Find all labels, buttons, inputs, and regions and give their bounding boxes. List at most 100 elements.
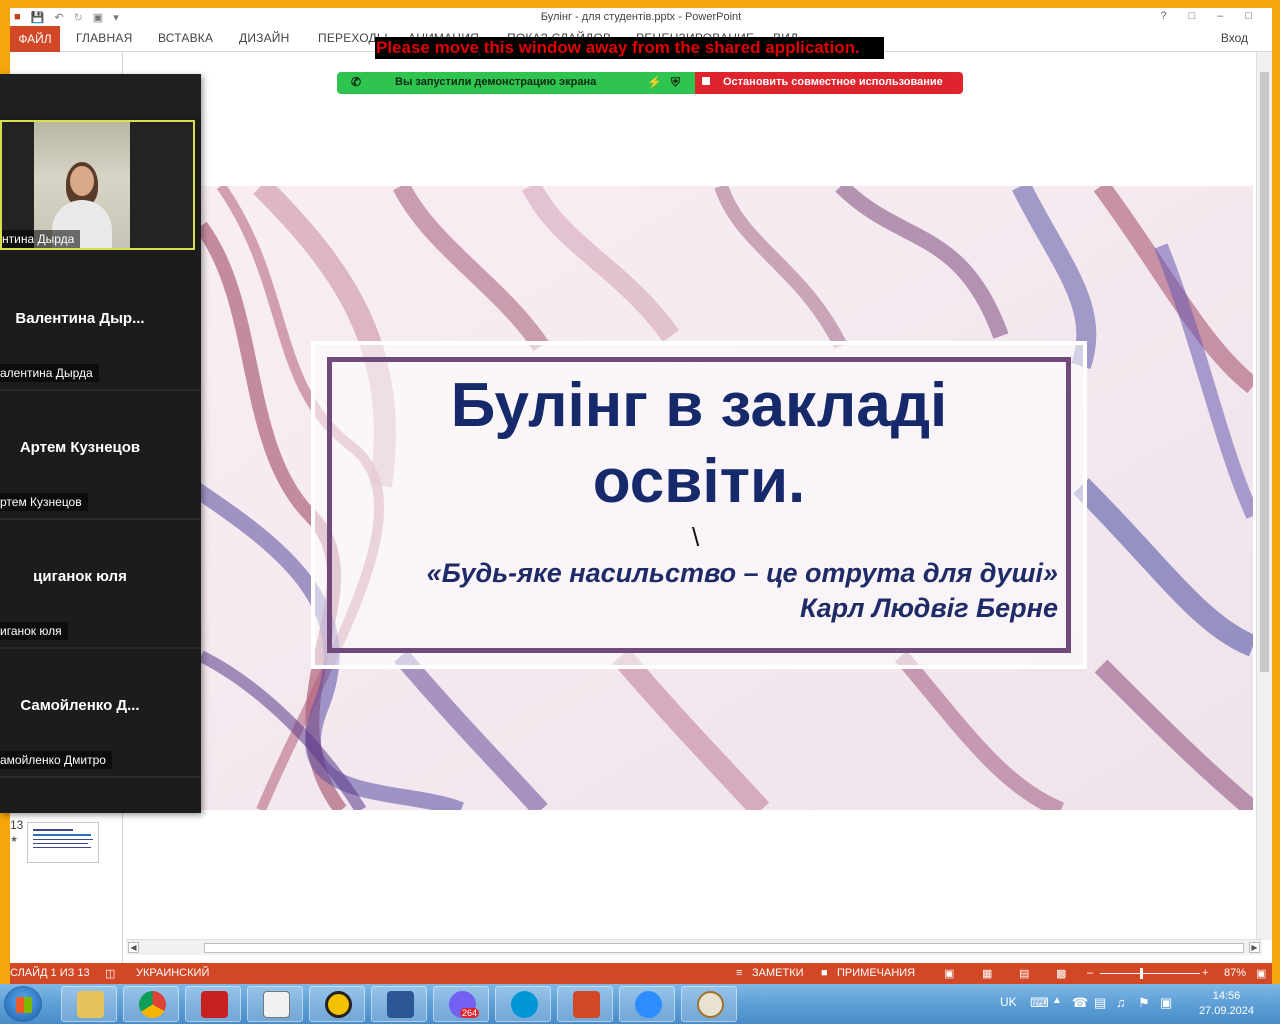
participant-name-chip: алентина Дырда: [0, 364, 99, 382]
maximize-icon[interactable]: □: [1245, 10, 1252, 22]
notes-button[interactable]: ЗАМЕТКИ: [752, 967, 804, 979]
windows-logo-icon: [16, 997, 32, 1013]
title-placeholder[interactable]: Булінг в закладі освіти. \ «Будь-яке нас…: [311, 341, 1087, 669]
tab-home[interactable]: ГЛАВНАЯ: [76, 31, 132, 45]
zoom-share-bar: ✆ Вы запустили демонстрацию экрана ⚡ ⛨ О…: [337, 72, 963, 94]
slide-title-line-2: освіти.: [592, 447, 806, 516]
zoom-slider-knob[interactable]: [1140, 968, 1143, 979]
spellcheck-icon[interactable]: ◫: [105, 967, 115, 980]
powerpoint-icon: [573, 991, 600, 1018]
zoom-in-icon[interactable]: +: [1202, 967, 1208, 979]
sign-in-link[interactable]: Вход: [1221, 31, 1248, 45]
participant-name-chip: иганок юля: [0, 622, 68, 640]
taskbar-word[interactable]: [371, 986, 427, 1022]
participant-display-name: Артем Кузнецов: [19, 439, 141, 456]
word-icon: [387, 991, 414, 1018]
zoom-slider[interactable]: [1100, 973, 1200, 974]
slide-canvas[interactable]: Булінг в закладі освіти. \ «Будь-яке нас…: [201, 186, 1253, 810]
slide-quote-author: Карл Людвіг Берне: [800, 593, 1058, 623]
zoom-out-icon[interactable]: –: [1087, 967, 1093, 979]
slide-thumbnail-13[interactable]: [27, 822, 99, 863]
help-icon[interactable]: ?: [1160, 10, 1166, 22]
slideshow-view-icon[interactable]: ▩: [1056, 967, 1066, 980]
clock-date: 27.09.2024: [1198, 1005, 1254, 1017]
taskbar-paint[interactable]: [681, 986, 737, 1022]
horizontal-scrollbar[interactable]: ◀ ▶: [126, 939, 1262, 955]
tab-file[interactable]: ФАЙЛ: [10, 26, 60, 52]
sharing-status-bar[interactable]: ✆ Вы запустили демонстрацию экрана ⚡ ⛨: [337, 72, 695, 94]
participant-display-name: Валентина Дыр...: [15, 310, 145, 327]
display-icon[interactable]: ▣: [1160, 995, 1172, 1011]
zoom-icon: [635, 991, 662, 1018]
show-hidden-icons-icon[interactable]: ▲: [1052, 995, 1062, 1006]
scroll-left-arrow-icon[interactable]: ◀: [128, 942, 139, 953]
horizontal-scroll-thumb[interactable]: [204, 943, 1244, 953]
stop-icon: [702, 77, 710, 85]
participant-tile[interactable]: циганок юля иганок юля: [0, 522, 201, 649]
input-language[interactable]: UK: [1000, 995, 1017, 1009]
zoom-level[interactable]: 87%: [1224, 967, 1246, 979]
reading-view-icon[interactable]: ▤: [1019, 967, 1029, 980]
clock[interactable]: 14:56 27.09.2024: [1199, 989, 1254, 1019]
system-tray: UK ⌨ ▲ ☎ ▤ ♫ ⚑ ▣ 14:56 27.09.2024: [990, 984, 1280, 1024]
keyboard-icon[interactable]: ⌨: [1030, 995, 1049, 1011]
taskbar-explorer[interactable]: [61, 986, 117, 1022]
participant-display-name: циганок юля: [33, 568, 127, 585]
tab-insert[interactable]: ВСТАВКА: [158, 31, 213, 45]
network-icon[interactable]: ▤: [1094, 995, 1106, 1011]
taskbar-zoom[interactable]: [619, 986, 675, 1022]
volume-icon[interactable]: ♫: [1116, 995, 1126, 1010]
acrobat-icon: [201, 991, 228, 1018]
notes-icon[interactable]: ≡: [736, 967, 742, 979]
scroll-right-arrow-icon[interactable]: ▶: [1249, 942, 1260, 953]
comments-button[interactable]: ПРИМЕЧАНИЯ: [837, 967, 915, 979]
slide-title[interactable]: Булінг в закладі освіти.: [332, 368, 1066, 520]
viber-tray-icon[interactable]: ☎: [1072, 995, 1088, 1011]
window-title: Булінг - для студентів.pptx - PowerPoint: [540, 11, 742, 23]
archicad-icon: [325, 991, 352, 1018]
window-controls: ? □ – □: [1160, 10, 1252, 22]
taskbar-powerpoint[interactable]: [557, 986, 613, 1022]
taskbar-calculator-doc[interactable]: [247, 986, 303, 1022]
participant-tile[interactable]: Самойленко Д... амойленко Дмитро: [0, 651, 201, 778]
slide-quote-block[interactable]: «Будь-яке насильство – це отрута для душ…: [427, 556, 1058, 626]
participant-tile[interactable]: Валентина Дыр... алентина Дырда: [0, 264, 201, 391]
fit-slide-icon[interactable]: ▣: [1256, 967, 1266, 980]
ribbon-display-icon[interactable]: □: [1189, 10, 1196, 22]
language-indicator[interactable]: УКРАИНСКИЙ: [136, 967, 209, 979]
action-center-flag-icon[interactable]: ⚑: [1138, 995, 1150, 1011]
stray-backslash: \: [692, 522, 700, 552]
taskbar-archicad[interactable]: [309, 986, 365, 1022]
participant-name-chip: амойленко Дмитро: [0, 751, 112, 769]
comments-icon[interactable]: ■: [821, 967, 828, 979]
thumbnail-number: 13: [10, 818, 24, 832]
participant-display-name: Самойленко Д...: [20, 697, 140, 714]
stop-share-button[interactable]: Остановить совместное использование: [695, 72, 963, 94]
tab-design[interactable]: ДИЗАЙН: [239, 31, 290, 45]
normal-view-icon[interactable]: ▣: [944, 967, 954, 980]
slide-counter: СЛАЙД 1 ИЗ 13: [10, 967, 90, 979]
animation-star-icon: ★: [10, 834, 19, 844]
taskbar-hp[interactable]: [495, 986, 551, 1022]
participant-tile[interactable]: Артем Кузнецов ртем Кузнецов: [0, 393, 201, 520]
participant-name-chip: ртем Кузнецов: [0, 493, 88, 511]
clock-time: 14:56: [1212, 990, 1241, 1002]
shield-icon[interactable]: ⛨: [671, 75, 680, 90]
stop-share-label: Остановить совместное использование: [723, 76, 943, 88]
self-video-tile[interactable]: нтина Дырда: [0, 120, 195, 250]
vertical-scrollbar[interactable]: [1256, 52, 1272, 940]
minimize-icon[interactable]: –: [1217, 10, 1223, 22]
taskbar-viber[interactable]: 264: [433, 986, 489, 1022]
self-video-name: нтина Дырда: [2, 230, 81, 248]
zoom-panel-header[interactable]: [0, 74, 201, 118]
hp-icon: [511, 991, 538, 1018]
taskbar-acrobat[interactable]: [185, 986, 241, 1022]
document-icon: [263, 991, 290, 1018]
microphone-icon[interactable]: ⚡: [647, 75, 662, 89]
taskbar-chrome[interactable]: [123, 986, 179, 1022]
zoom-video-panel[interactable]: нтина Дырда Валентина Дыр... алентина Ды…: [0, 74, 201, 813]
start-button[interactable]: [4, 986, 42, 1022]
vertical-scroll-thumb[interactable]: [1260, 72, 1269, 672]
slide-sorter-icon[interactable]: ▦: [982, 967, 992, 980]
title-frame: Булінг в закладі освіти. \ «Будь-яке нас…: [327, 357, 1071, 653]
